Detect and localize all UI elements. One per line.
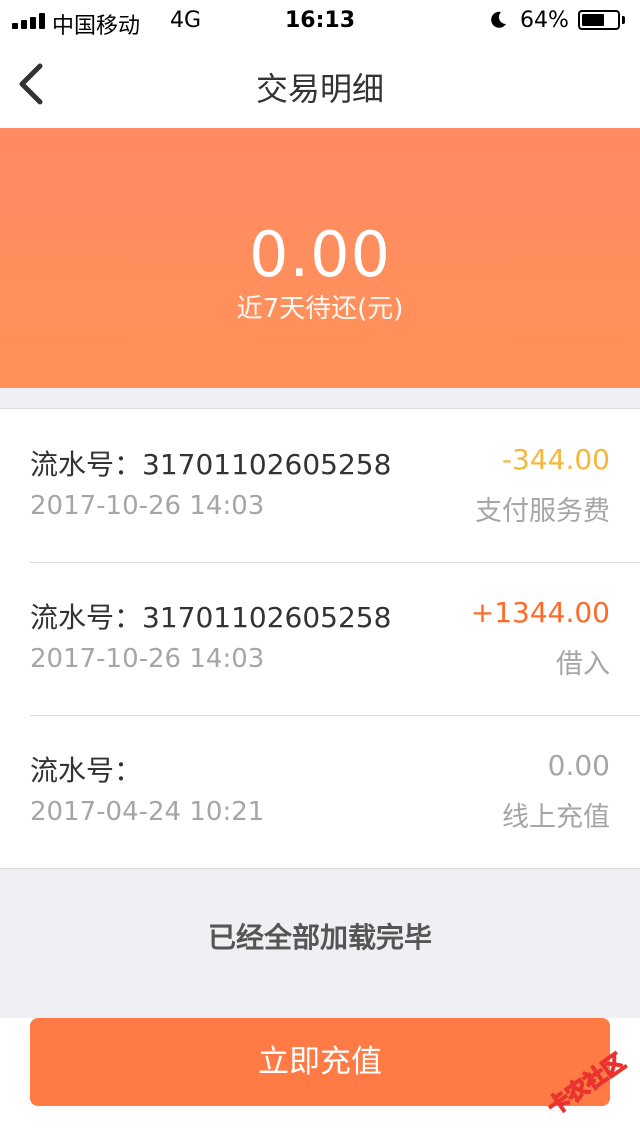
pending-amount-label: 近7天待还(元) (236, 294, 404, 324)
transaction-serial: 流水号：31701102605258 (30, 601, 392, 634)
transaction-amount: 0.00 (547, 749, 610, 782)
transaction-serial: 流水号：31701102605258 (30, 448, 392, 481)
transaction-type: 借入 (556, 649, 610, 680)
watermark-logo: 卡农社区 (542, 1048, 631, 1121)
page: 中国移动 4G 16:13 64% 交易明细 0.00 近7天待还(元) 流水号… (0, 0, 640, 1136)
transaction-list: 流水号：31701102605258 2017-10-26 14:03 -344… (0, 408, 640, 869)
transaction-date: 2017-04-24 10:21 (30, 797, 265, 827)
transaction-row[interactable]: 流水号： 2017-04-24 10:21 0.00 线上充值 (0, 715, 640, 868)
transaction-serial: 流水号： (30, 754, 143, 787)
transaction-row[interactable]: 流水号：31701102605258 2017-10-26 14:03 -344… (0, 409, 640, 562)
summary-banner: 0.00 近7天待还(元) (0, 128, 640, 388)
recharge-button[interactable]: 立即充值 (30, 1018, 610, 1106)
navigation-bar: 交易明细 (0, 40, 640, 128)
battery-percentage: 64% (520, 8, 569, 33)
battery-icon (578, 10, 620, 30)
svg-text:卡农社区: 卡农社区 (543, 1049, 630, 1121)
transaction-date: 2017-10-26 14:03 (30, 644, 265, 674)
transaction-type: 支付服务费 (475, 496, 610, 527)
transaction-amount: -344.00 (501, 443, 610, 476)
all-loaded-message: 已经全部加载完毕 (207, 921, 432, 954)
pending-amount: 0.00 (248, 218, 392, 291)
moon-icon (491, 11, 506, 28)
transaction-row[interactable]: 流水号：31701102605258 2017-10-26 14:03 +134… (0, 562, 640, 715)
battery-tip (622, 16, 625, 24)
transaction-date: 2017-10-26 14:03 (30, 491, 265, 521)
transaction-amount: +1344.00 (470, 596, 610, 629)
transaction-type: 线上充值 (502, 802, 610, 833)
status-bar: 中国移动 4G 16:13 64% (0, 0, 640, 40)
page-title: 交易明细 (255, 70, 384, 108)
